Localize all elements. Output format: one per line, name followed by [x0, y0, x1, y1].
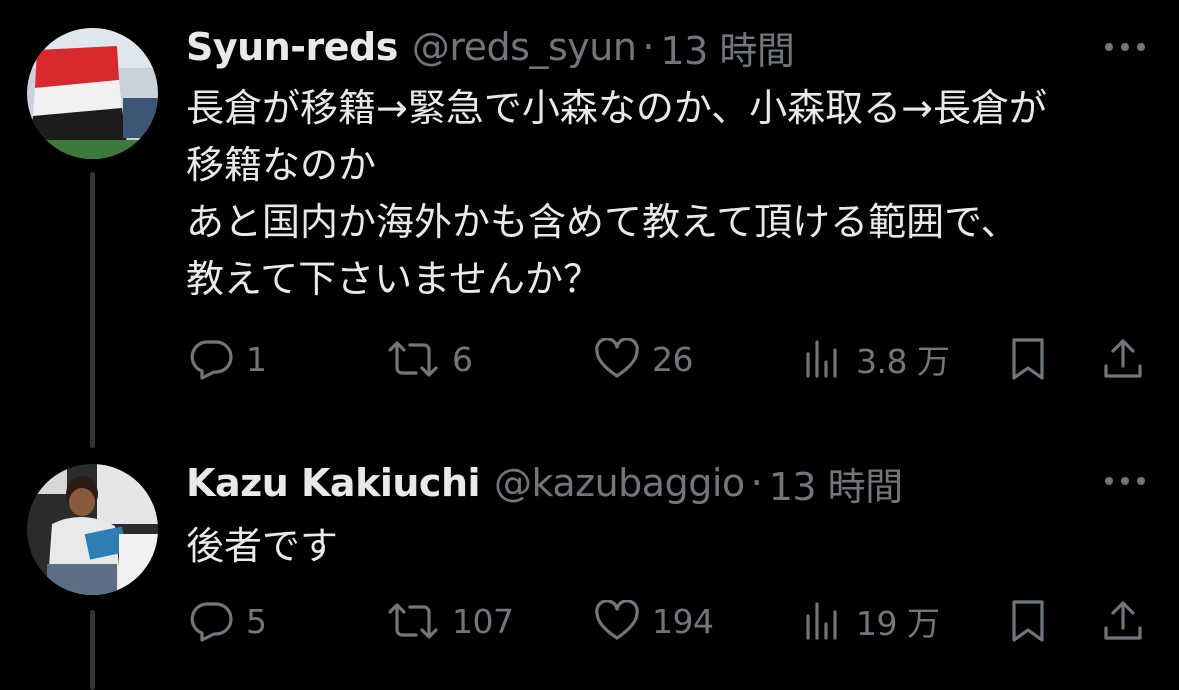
reply-button[interactable]: 5 [188, 596, 267, 646]
bookmark-button[interactable] [1008, 596, 1048, 646]
tweet-actions: 1 6 26 3.8 万 [186, 334, 1146, 384]
bookmark-icon [1012, 600, 1044, 642]
bookmark-button[interactable] [1008, 334, 1048, 384]
tweet-header: Syun-reds @reds_syun · 13 時間 [186, 20, 795, 75]
tweet-text: 後者です [186, 518, 1161, 575]
views-count: 19 万 [856, 604, 940, 643]
tweet-text-line: 教えて下さいませんか？ [186, 257, 601, 301]
dot [1105, 477, 1113, 485]
tweet[interactable]: Kazu Kakiuchi @kazubaggio · 13 時間 後者です 5… [0, 440, 1179, 690]
more-dots-icon[interactable] [1105, 476, 1145, 486]
views-count: 3.8 万 [856, 342, 950, 381]
share-button[interactable] [1102, 334, 1144, 384]
display-name[interactable]: Kazu Kakiuchi [186, 461, 481, 505]
views-button[interactable]: 19 万 [802, 596, 940, 646]
avatar[interactable] [27, 28, 158, 159]
dot [1121, 477, 1129, 485]
separator-dot: · [642, 25, 655, 69]
tweet-text: 長倉が移籍→緊急で小森なのか、小森取る→長倉が 移籍なのか あと国内か海外かも含… [186, 80, 1161, 308]
bookmark-icon [1012, 338, 1044, 380]
tweet-text-line: 長倉が移籍→緊急で小森なのか、小森取る→長倉が [186, 86, 1047, 130]
dot [1137, 43, 1145, 51]
reply-icon [190, 602, 233, 642]
dot [1137, 477, 1145, 485]
separator-dot: · [750, 461, 763, 505]
user-handle[interactable]: @kazubaggio [494, 461, 745, 505]
views-button[interactable]: 3.8 万 [802, 334, 950, 384]
share-button[interactable] [1102, 596, 1144, 646]
like-button[interactable]: 26 [594, 334, 694, 384]
thread-connector-line [90, 172, 95, 448]
avatar-image [27, 464, 158, 595]
tweet-actions: 5 107 194 19 万 [186, 596, 1146, 646]
tweet-text-line: 後者です [186, 524, 339, 568]
tweet-header: Kazu Kakiuchi @kazubaggio · 13 時間 [186, 456, 903, 511]
timestamp[interactable]: 13 時間 [769, 456, 903, 511]
retweet-count: 6 [452, 339, 473, 379]
tweet-text-line: あと国内か海外かも含めて教えて頂ける範囲で、 [186, 200, 1019, 244]
like-button[interactable]: 194 [594, 596, 714, 646]
reply-count: 5 [246, 601, 267, 641]
views-chart-icon [806, 602, 837, 640]
heart-icon [595, 338, 639, 378]
dot [1105, 43, 1113, 51]
reply-button[interactable]: 1 [188, 334, 267, 384]
share-icon [1104, 601, 1142, 640]
tweet[interactable]: Syun-reds @reds_syun · 13 時間 長倉が移籍→緊急で小森… [0, 0, 1179, 448]
avatar[interactable] [27, 464, 158, 595]
user-handle[interactable]: @reds_syun [412, 25, 637, 69]
retweet-icon [388, 603, 438, 639]
dot [1121, 43, 1129, 51]
heart-icon [595, 600, 639, 640]
thread-connector-line [90, 610, 95, 690]
avatar-image [27, 28, 158, 159]
reply-count: 1 [246, 339, 267, 379]
more-dots-icon[interactable] [1105, 42, 1145, 52]
like-count: 26 [652, 339, 694, 379]
share-icon [1104, 339, 1142, 378]
like-count: 194 [652, 601, 714, 641]
reply-icon [190, 340, 233, 380]
retweet-count: 107 [452, 601, 514, 641]
retweet-icon [388, 341, 438, 377]
views-chart-icon [806, 340, 837, 378]
display-name[interactable]: Syun-reds [186, 25, 398, 69]
tweet-text-line: 移籍なのか [186, 143, 377, 187]
retweet-button[interactable]: 6 [386, 334, 473, 384]
retweet-button[interactable]: 107 [386, 596, 514, 646]
timestamp[interactable]: 13 時間 [661, 20, 795, 75]
